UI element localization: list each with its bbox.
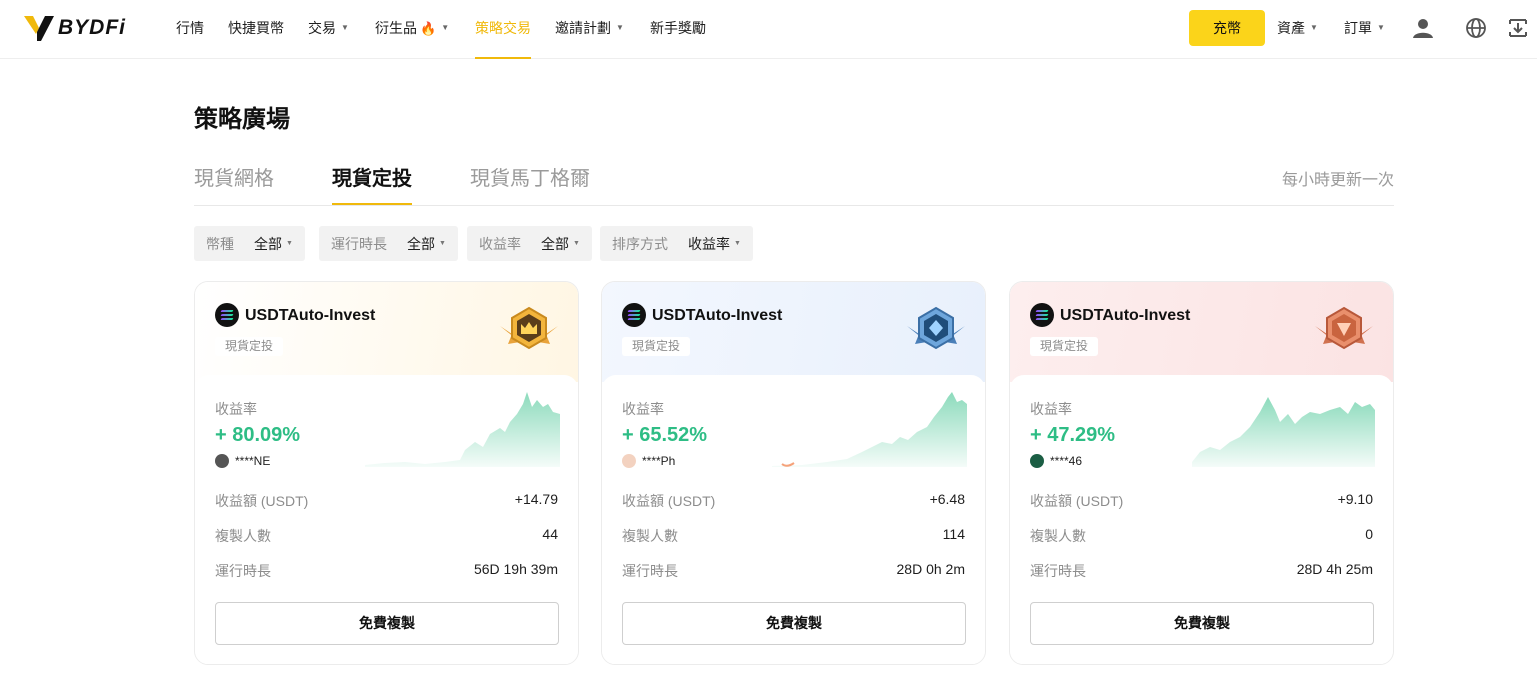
nav-item-trade[interactable]: 交易 ▼ [308,0,349,59]
free-copy-button[interactable]: 免費複製 [622,602,966,645]
user-icon[interactable] [1411,16,1435,40]
caret-down-icon: ▼ [439,240,446,247]
strategy-type-tag: 現貨定投 [215,337,284,356]
top-nav: BYDFi 行情 快捷買幣 交易 ▼ 衍生品 🔥 ▼ 策略交易 邀請計劃 ▼ 新手獎勵 … [0,0,1537,59]
nav-item-quick-buy[interactable]: 快捷買幣 [228,0,284,59]
roi-label: 收益率 [215,401,257,417]
blue-diamond-badge-icon [907,306,965,350]
roi-sparkline [365,392,560,467]
sol-coin-icon [1030,303,1054,327]
roi-sparkline [1192,397,1375,467]
roi-sparkline [772,392,967,467]
roi-value: + 80.09% [215,424,301,446]
roi-value: + 65.52% [622,424,708,446]
filter-duration[interactable]: 運行時長 全部 ▼ [319,226,458,261]
free-copy-button[interactable]: 免費複製 [1030,602,1374,645]
roi-value: + 47.29% [1030,424,1116,446]
free-copy-button[interactable]: 免費複製 [215,602,559,645]
logo-text: BYDFi [58,16,126,39]
nav-item-referral[interactable]: 邀請計劃 ▼ [555,0,624,59]
roi-label: 收益率 [622,401,664,417]
card-header: USDTAuto-Invest 現貨定投 [195,282,578,382]
update-note: 每小時更新一次 [1281,172,1394,189]
avatar [215,454,229,468]
strategy-owner[interactable]: ****46 [1030,454,1082,468]
strategy-type-tag: 現貨定投 [1030,337,1099,356]
sol-coin-icon [215,303,239,327]
caret-down-icon: ▼ [341,23,349,33]
download-icon[interactable] [1506,16,1530,40]
card-header: USDTAuto-Invest 現貨定投 [1010,282,1393,382]
strategy-name: USDTAuto-Invest [1060,307,1191,324]
caret-down-icon: ▼ [441,23,450,33]
page-title: 策略廣場 [194,106,290,133]
profit-row: 收益額 (USDT) +14.79 [215,491,558,509]
bronze-shield-badge-icon [1315,306,1373,350]
filter-sort[interactable]: 排序方式 收益率 ▼ [600,226,753,261]
caret-down-icon: ▼ [286,240,293,247]
avatar [1030,454,1044,468]
nav-item-newbie-rewards[interactable]: 新手獎勵 [650,0,706,59]
strategy-card[interactable]: USDTAuto-Invest 現貨定投 收益率 + 80.09% ****NE… [194,281,579,665]
nav-item-orders[interactable]: 訂單 ▼ [1344,0,1385,59]
fire-icon: 🔥 [420,21,437,36]
nav-item-strategy-trading[interactable]: 策略交易 [475,0,531,59]
strategy-card[interactable]: USDTAuto-Invest 現貨定投 收益率 + 47.29% ****46… [1009,281,1394,665]
sol-coin-icon [622,303,646,327]
logo-mark-icon [24,16,54,41]
filter-coin[interactable]: 幣種 全部 ▼ [194,226,305,261]
caret-down-icon: ▼ [573,240,580,247]
nav-item-derivatives[interactable]: 衍生品 🔥 ▼ [375,0,449,59]
gold-crown-badge-icon [500,306,558,350]
filter-roi[interactable]: 收益率 全部 ▼ [467,226,592,261]
deposit-button[interactable]: 充幣 [1189,10,1265,46]
strategy-card[interactable]: USDTAuto-Invest 現貨定投 收益率 + 65.52% ****Ph… [601,281,986,665]
runtime-row: 運行時長 28D 0h 2m [622,561,965,579]
roi-label: 收益率 [1030,401,1072,417]
tab-spot-auto-invest[interactable]: 現貨定投 [332,162,412,205]
tab-spot-grid[interactable]: 現貨網格 [194,162,274,205]
caret-down-icon: ▼ [1377,23,1385,33]
strategy-owner[interactable]: ****Ph [622,454,675,468]
strategy-name: USDTAuto-Invest [245,307,376,324]
avatar [622,454,636,468]
bydfi-logo[interactable]: BYDFi [24,14,126,42]
nav-item-assets[interactable]: 資產 ▼ [1277,0,1318,59]
caret-down-icon: ▼ [734,240,741,247]
nav-item-market[interactable]: 行情 [176,0,204,59]
copiers-row: 複製人數 44 [215,526,558,544]
runtime-row: 運行時長 56D 19h 39m [215,561,558,579]
copiers-row: 複製人數 0 [1030,526,1373,544]
globe-icon[interactable] [1464,16,1488,40]
strategy-tabs: 現貨網格 現貨定投 現貨馬丁格爾 每小時更新一次 [194,148,1394,206]
tab-spot-martingale[interactable]: 現貨馬丁格爾 [470,162,590,205]
caret-down-icon: ▼ [1310,23,1318,33]
profit-row: 收益額 (USDT) +6.48 [622,491,965,509]
runtime-row: 運行時長 28D 4h 25m [1030,561,1373,579]
copiers-row: 複製人數 114 [622,526,965,544]
strategy-name: USDTAuto-Invest [652,307,783,324]
profit-row: 收益額 (USDT) +9.10 [1030,491,1373,509]
strategy-owner[interactable]: ****NE [215,454,270,468]
card-header: USDTAuto-Invest 現貨定投 [602,282,985,382]
caret-down-icon: ▼ [616,23,624,33]
strategy-type-tag: 現貨定投 [622,337,691,356]
